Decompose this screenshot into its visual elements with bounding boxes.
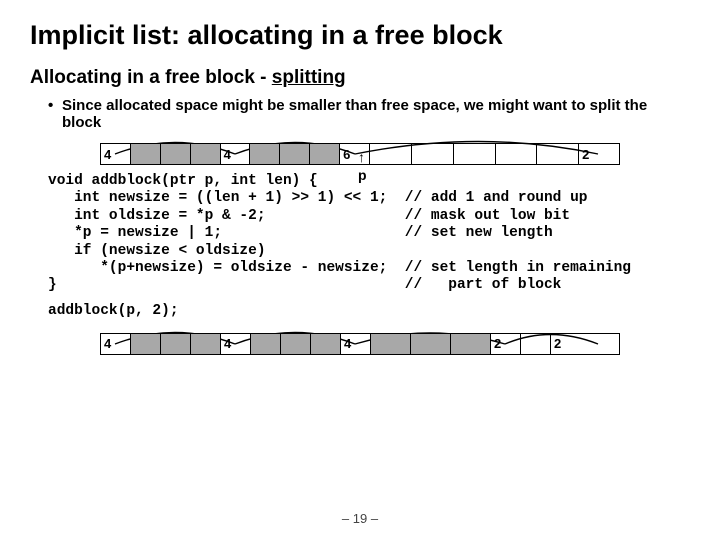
memory-cell bbox=[451, 334, 491, 354]
subtitle-prefix: Allocating in a free block - bbox=[30, 67, 272, 88]
bullet-point: Since allocated space might be smaller t… bbox=[48, 97, 690, 131]
memory-cell bbox=[191, 144, 221, 164]
memory-cell: 2 bbox=[551, 334, 591, 354]
memory-cell bbox=[251, 334, 281, 354]
memory-cell bbox=[412, 144, 454, 164]
call-code: addblock(p, 2); bbox=[48, 303, 690, 319]
memory-cell: 2 bbox=[491, 334, 521, 354]
memory-cell bbox=[311, 334, 341, 354]
memory-cell bbox=[371, 334, 411, 354]
pointer-label: p bbox=[358, 167, 367, 183]
memory-cell bbox=[131, 144, 161, 164]
memory-cell bbox=[496, 144, 538, 164]
memory-cell: 4 bbox=[341, 334, 371, 354]
memory-cell bbox=[280, 144, 310, 164]
memory-cell bbox=[521, 334, 551, 354]
memory-cell: 4 bbox=[221, 144, 251, 164]
slide-title: Implicit list: allocating in a free bloc… bbox=[30, 20, 690, 51]
memory-cell bbox=[370, 144, 412, 164]
memory-cell bbox=[310, 144, 340, 164]
memory-cell bbox=[281, 334, 311, 354]
memory-cell bbox=[454, 144, 496, 164]
memory-cell bbox=[131, 334, 161, 354]
memory-cell: 6 bbox=[340, 144, 370, 164]
memory-cell: 2 bbox=[579, 144, 619, 164]
memory-cell bbox=[191, 334, 221, 354]
memory-cell bbox=[411, 334, 451, 354]
memory-cell: 4 bbox=[101, 334, 131, 354]
diagram-before: 4462 ↑ p bbox=[100, 143, 620, 165]
code-block: void addblock(ptr p, int len) { int news… bbox=[48, 173, 690, 295]
page-number: – 19 – bbox=[0, 511, 720, 526]
memory-cell bbox=[161, 334, 191, 354]
memory-cell: 4 bbox=[221, 334, 251, 354]
diagram-after: 4 4 4 2 2 bbox=[100, 333, 620, 355]
memory-cell: 4 bbox=[101, 144, 131, 164]
memory-cell bbox=[161, 144, 191, 164]
slide-subtitle: Allocating in a free block - splitting bbox=[30, 67, 690, 89]
memory-cell bbox=[250, 144, 280, 164]
memory-cell bbox=[537, 144, 579, 164]
subtitle-underlined: splitting bbox=[272, 67, 346, 88]
